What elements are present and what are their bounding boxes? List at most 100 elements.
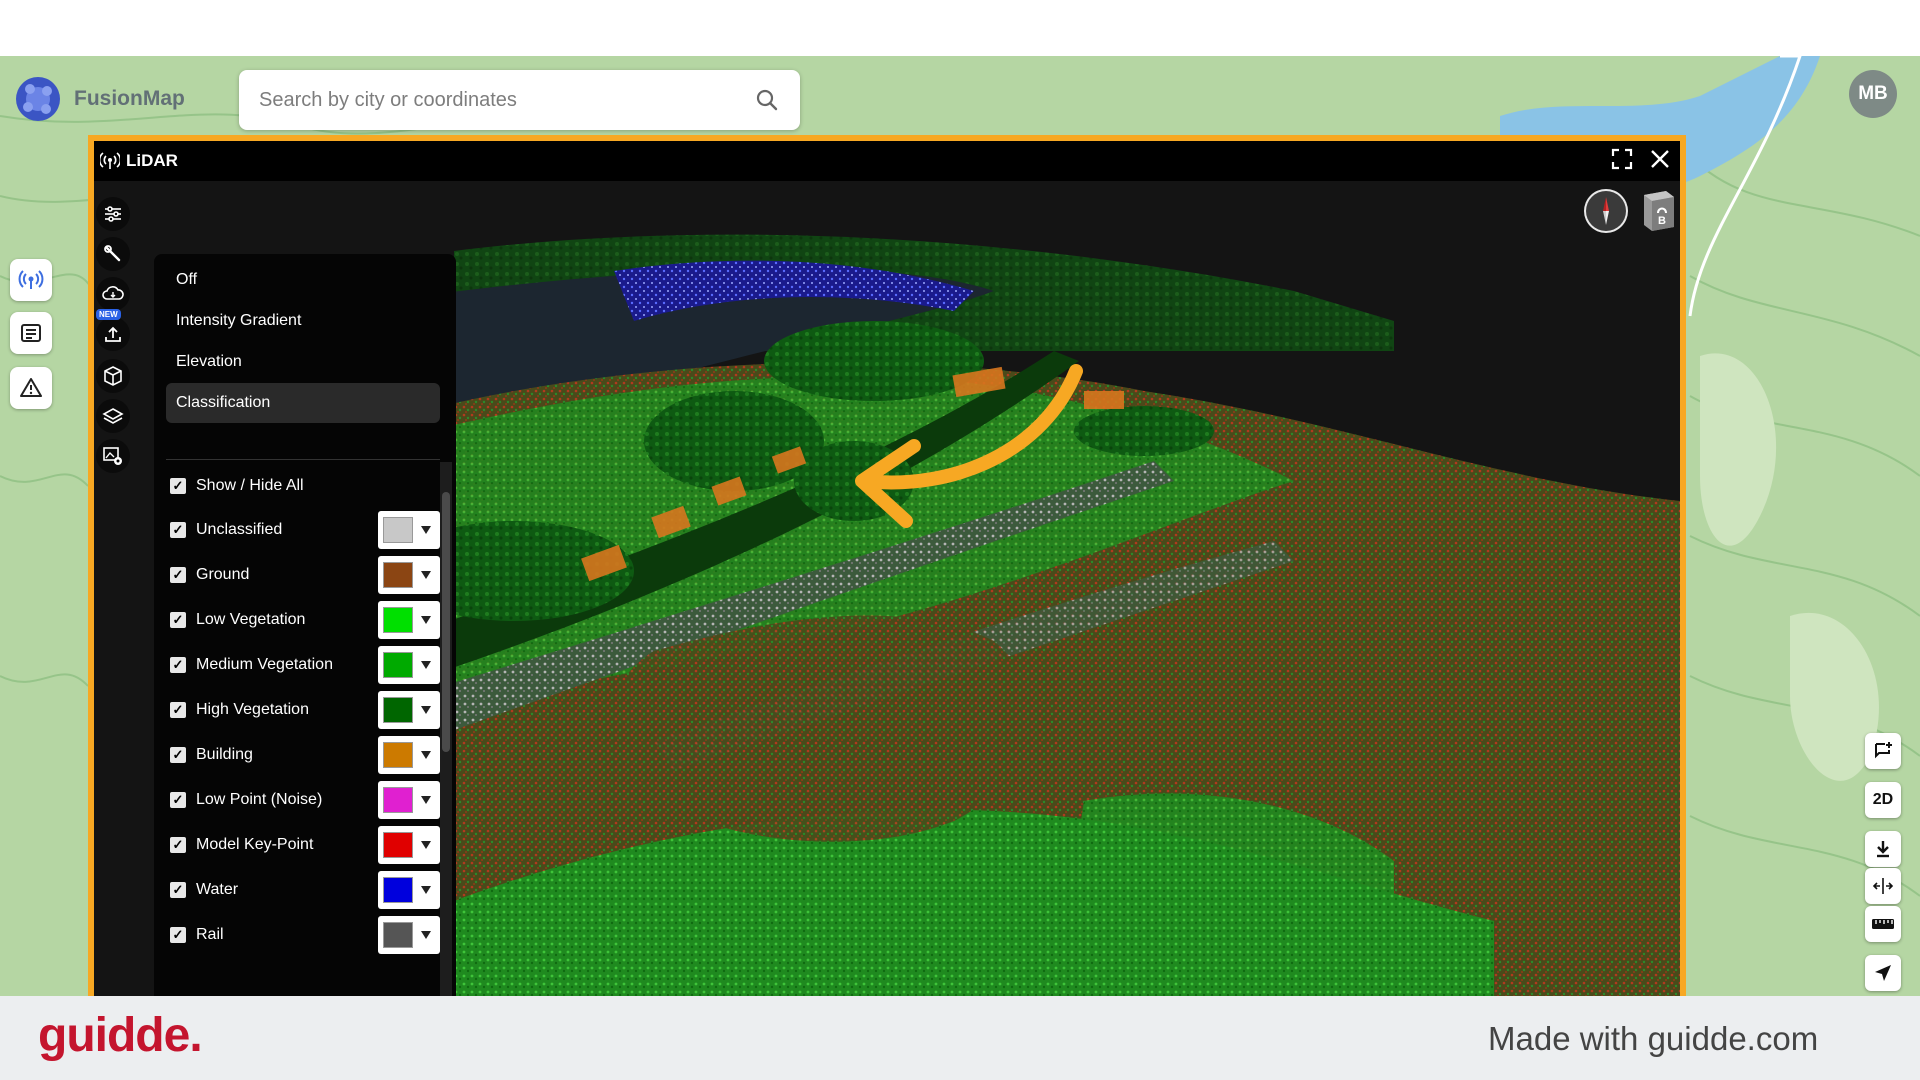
measure-button[interactable]: [1865, 906, 1901, 942]
color-picker[interactable]: [378, 691, 440, 729]
locate-button[interactable]: [1865, 955, 1901, 991]
checkbox[interactable]: ✓: [170, 657, 186, 673]
wrench-icon: [104, 245, 121, 262]
color-picker[interactable]: [378, 781, 440, 819]
compass-control[interactable]: [1584, 189, 1628, 233]
new-badge: NEW: [96, 309, 121, 320]
ruler-icon: [1872, 919, 1894, 929]
cube-icon: [104, 366, 122, 386]
user-avatar[interactable]: MB: [1849, 70, 1897, 118]
class-row-model-key-point[interactable]: ✓ Model Key-Point: [170, 825, 440, 865]
dropdown-arrow-icon: [421, 616, 431, 624]
color-picker[interactable]: [378, 826, 440, 864]
checkbox[interactable]: ✓: [170, 567, 186, 583]
color-picker[interactable]: [378, 511, 440, 549]
class-label: Unclassified: [196, 521, 283, 538]
mode-elevation[interactable]: Elevation: [166, 342, 440, 382]
color-swatch: [383, 832, 413, 858]
download-button[interactable]: [1865, 831, 1901, 867]
dropdown-arrow-icon: [421, 526, 431, 534]
lidar-viewer-window: LiDAR NEW B Off Intensity Gradient Eleva…: [88, 135, 1686, 996]
color-picker[interactable]: [378, 601, 440, 639]
checkbox[interactable]: ✓: [170, 612, 186, 628]
color-picker[interactable]: [378, 871, 440, 909]
screen: FusionMap MB: [0, 0, 1920, 1080]
app-name: FusionMap: [74, 87, 185, 110]
color-swatch: [383, 652, 413, 678]
color-picker[interactable]: [378, 556, 440, 594]
cloud-download-button[interactable]: [96, 277, 130, 311]
sliders-icon: [105, 206, 121, 222]
upload-button[interactable]: NEW: [96, 309, 130, 351]
cloud-download-icon: [102, 286, 124, 300]
dropdown-arrow-icon: [421, 886, 431, 894]
add-comment-button[interactable]: [1865, 733, 1901, 769]
notes-button[interactable]: [10, 312, 52, 354]
class-label: Medium Vegetation: [196, 656, 333, 673]
search-bar[interactable]: [239, 70, 800, 130]
class-list-scrollbar[interactable]: [440, 462, 452, 996]
color-swatch: [383, 697, 413, 723]
mode-classification[interactable]: Classification: [166, 383, 440, 423]
split-view-icon: [1872, 878, 1894, 894]
class-row-building[interactable]: ✓ Building: [170, 735, 440, 775]
toggle-2d-button[interactable]: 2D: [1865, 782, 1901, 818]
guidde-logo: guidde.: [38, 1009, 203, 1062]
class-row-medium-vegetation[interactable]: ✓ Medium Vegetation: [170, 645, 440, 685]
class-row-high-vegetation[interactable]: ✓ High Vegetation: [170, 690, 440, 730]
checkbox[interactable]: ✓: [170, 927, 186, 943]
checkbox[interactable]: ✓: [170, 837, 186, 853]
search-input[interactable]: [259, 88, 754, 112]
color-swatch: [383, 922, 413, 948]
class-row-unclassified[interactable]: ✓ Unclassified: [170, 510, 440, 550]
mode-intensity-gradient[interactable]: Intensity Gradient: [166, 301, 440, 341]
class-row-ground[interactable]: ✓ Ground: [170, 555, 440, 595]
checkbox[interactable]: ✓: [170, 882, 186, 898]
warning-icon: [20, 378, 42, 397]
class-label: Building: [196, 746, 253, 763]
layers-icon: [102, 408, 124, 424]
alerts-button[interactable]: [10, 367, 52, 409]
color-picker[interactable]: [378, 916, 440, 954]
dropdown-arrow-icon: [421, 751, 431, 759]
fusionmap-logo-icon: [16, 77, 60, 121]
fullscreen-icon[interactable]: [1610, 147, 1634, 171]
mode-off[interactable]: Off: [166, 260, 440, 300]
app-logo[interactable]: FusionMap: [10, 70, 185, 128]
class-label: Low Vegetation: [196, 611, 306, 628]
color-picker[interactable]: [378, 646, 440, 684]
checkbox[interactable]: ✓: [170, 522, 186, 538]
search-icon[interactable]: [754, 87, 780, 113]
image-settings-button[interactable]: [96, 439, 130, 473]
checkbox[interactable]: ✓: [170, 747, 186, 763]
compass-icon: [1586, 191, 1626, 231]
color-picker[interactable]: [378, 736, 440, 774]
add-comment-icon: [1875, 742, 1892, 759]
checkbox[interactable]: ✓: [170, 702, 186, 718]
scrollbar-thumb[interactable]: [442, 492, 450, 752]
3d-model-button[interactable]: [96, 359, 130, 393]
antenna-icon: [100, 152, 120, 169]
color-swatch: [383, 787, 413, 813]
class-row-water[interactable]: ✓ Water: [170, 870, 440, 910]
navigation-cube[interactable]: B: [1640, 189, 1678, 233]
layers-button[interactable]: [96, 399, 130, 433]
class-row-low-point-noise[interactable]: ✓ Low Point (Noise): [170, 780, 440, 820]
checkbox[interactable]: ✓: [170, 478, 186, 494]
split-view-button[interactable]: [1865, 868, 1901, 904]
lidar-window-title: LiDAR: [126, 151, 178, 170]
close-icon[interactable]: [1648, 147, 1672, 171]
lidar-titlebar: LiDAR: [94, 141, 1680, 181]
checkbox[interactable]: ✓: [170, 792, 186, 808]
dropdown-arrow-icon: [421, 796, 431, 804]
navigate-arrow-icon: [1875, 965, 1891, 981]
class-row-low-vegetation[interactable]: ✓ Low Vegetation: [170, 600, 440, 640]
color-swatch: [383, 877, 413, 903]
class-row-show-hide-all[interactable]: ✓ Show / Hide All: [170, 466, 440, 506]
antenna-icon: [18, 270, 44, 289]
viewer-settings-button[interactable]: [96, 197, 130, 231]
lidar-toggle-button[interactable]: [10, 259, 52, 301]
document-icon: [21, 324, 41, 342]
class-row-rail[interactable]: ✓ Rail: [170, 915, 440, 955]
tools-button[interactable]: [96, 237, 130, 271]
